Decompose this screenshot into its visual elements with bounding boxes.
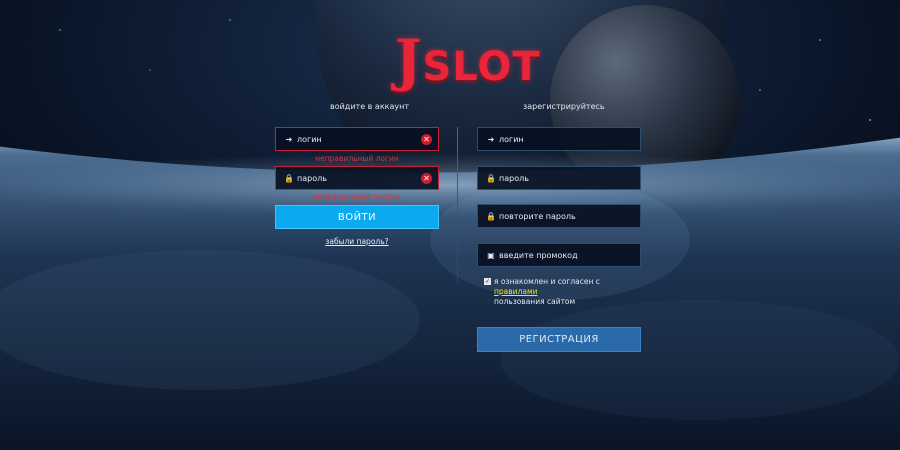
register-password-value: пароль [499,173,529,183]
login-password-error: неправильный пароль [312,192,402,201]
register-button[interactable]: РЕГИСТРАЦИЯ [477,327,641,352]
login-username-value: логин [297,134,322,144]
login-password-value: пароль [297,173,327,183]
register-password-field[interactable]: 🔒 пароль [477,166,641,190]
sign-in-icon: ➜ [487,134,495,144]
register-promo-value: введите промокод [499,250,578,260]
lock-icon: 🔒 [284,173,294,183]
login-username-error: неправильный логин [315,154,399,163]
sign-in-icon: ➜ [285,134,293,144]
login-button[interactable]: ВОЙТИ [275,205,439,229]
login-password-field[interactable]: 🔒 пароль ✕ [275,166,439,190]
terms-agreement: ✓ я ознакомлен и согласен с правилами по… [484,277,644,307]
column-divider [457,127,458,282]
lock-icon: 🔒 [486,173,496,183]
gift-icon: ▣ [487,250,495,260]
register-promo-field[interactable]: ▣ введите промокод [477,243,641,267]
terms-checkbox[interactable]: ✓ [484,278,491,285]
close-circle-icon[interactable]: ✕ [421,173,432,184]
checkmark-icon: ✓ [484,278,491,285]
register-repeat-password-field[interactable]: 🔒 повторите пароль [477,204,641,228]
forgot-password-link[interactable]: забыли пароль? [275,237,439,246]
terms-rules-link[interactable]: правилами [494,287,537,296]
logo-text: SLOT [422,44,541,90]
close-circle-icon[interactable]: ✕ [421,134,432,145]
login-username-field[interactable]: ➜ логин ✕ [275,127,439,151]
terms-prefix: я ознакомлен и согласен с [494,277,600,286]
logo-letter-j: J [395,28,423,94]
login-heading: войдите в аккаунт [330,102,410,111]
terms-suffix: пользования сайтом [494,297,576,306]
register-username-field[interactable]: ➜ логин [477,127,641,151]
register-repeat-password-value: повторите пароль [499,211,576,221]
lock-icon: 🔒 [486,211,496,221]
brand-logo[interactable]: JSLOT [395,28,541,94]
register-username-value: логин [499,134,524,144]
register-heading: зарегистрируйтесь [523,102,605,111]
